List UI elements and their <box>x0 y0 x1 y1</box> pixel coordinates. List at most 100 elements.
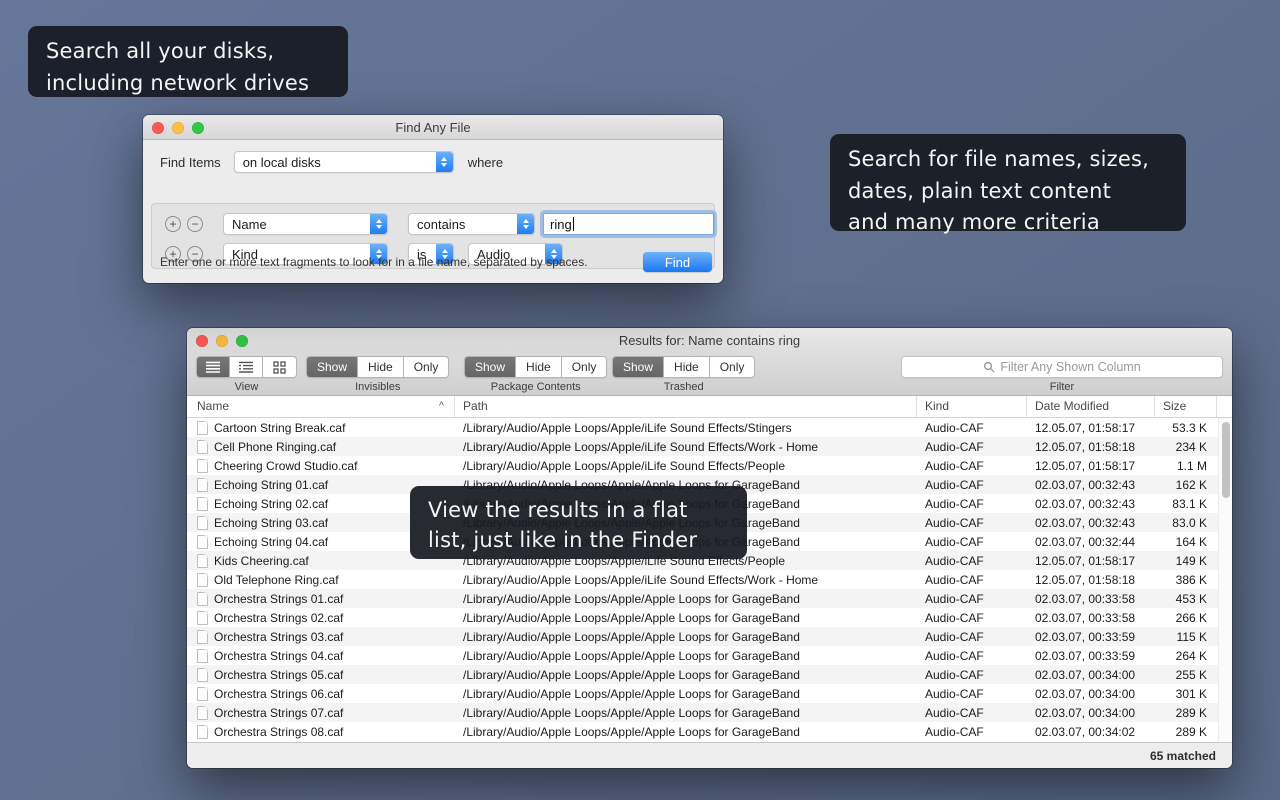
file-date-modified: 02.03.07, 00:34:00 <box>1027 706 1155 720</box>
callout-line: View the results in a flat <box>428 496 729 526</box>
sort-ascending-icon: ^ <box>439 396 444 417</box>
file-date-modified: 12.05.07, 01:58:18 <box>1027 440 1155 454</box>
view-hierarchy-button[interactable] <box>230 357 263 377</box>
segment-invisibles-only[interactable]: Only <box>404 357 449 377</box>
table-row[interactable]: Cartoon String Break.caf /Library/Audio/… <box>187 418 1232 437</box>
search-term-field[interactable]: ring <box>543 213 714 235</box>
callout-search-criteria: Search for file names, sizes, dates, pla… <box>830 134 1186 231</box>
file-name: Orchestra Strings 07.caf <box>214 706 343 720</box>
search-term-value: ring <box>550 217 572 232</box>
popup-stepper-icon <box>370 214 387 234</box>
segment-invisibles-show[interactable]: Show <box>307 357 358 377</box>
file-path: /Library/Audio/Apple Loops/Apple/Apple L… <box>455 649 917 663</box>
file-size: 264 K <box>1155 649 1217 663</box>
file-name: Orchestra Strings 08.caf <box>214 725 343 739</box>
callout-flat-list: View the results in a flat list, just li… <box>410 486 747 559</box>
segment-invisibles-hide[interactable]: Hide <box>358 357 404 377</box>
column-header-name[interactable]: Name ^ <box>187 396 455 417</box>
file-icon <box>197 630 208 644</box>
popup-stepper-icon <box>517 214 534 234</box>
table-row[interactable]: Orchestra Strings 02.caf /Library/Audio/… <box>187 608 1232 627</box>
operator-popup-value: contains <box>409 217 517 232</box>
segment-package-contents-only[interactable]: Only <box>562 357 607 377</box>
file-date-modified: 02.03.07, 00:32:43 <box>1027 516 1155 530</box>
status-bar: 65 matched <box>187 742 1232 768</box>
table-row[interactable]: Orchestra Strings 04.caf /Library/Audio/… <box>187 646 1232 665</box>
file-name: Orchestra Strings 02.caf <box>214 611 343 625</box>
group-label: Invisibles <box>306 381 449 393</box>
segment-trashed-hide[interactable]: Hide <box>664 357 710 377</box>
file-name: Cartoon String Break.caf <box>214 421 345 435</box>
find-button[interactable]: Find <box>643 252 712 272</box>
file-name: Orchestra Strings 04.caf <box>214 649 343 663</box>
file-name: Cell Phone Ringing.caf <box>214 440 336 454</box>
file-name: Echoing String 03.caf <box>214 516 328 530</box>
filter-group: Filter Any Shown Column Filter <box>901 356 1223 393</box>
file-icon <box>197 725 208 739</box>
file-size: 266 K <box>1155 611 1217 625</box>
file-size: 83.1 K <box>1155 497 1217 511</box>
column-header-date-modified[interactable]: Date Modified <box>1027 396 1155 417</box>
desktop: Search all your disks, including network… <box>0 0 1280 800</box>
remove-criterion-button[interactable]: − <box>187 216 203 232</box>
find-window-titlebar[interactable]: Find Any File <box>143 115 723 140</box>
grid-icon <box>273 361 286 374</box>
invisibles-group: ShowHideOnly Invisibles <box>306 356 449 393</box>
table-row[interactable]: Orchestra Strings 07.caf /Library/Audio/… <box>187 703 1232 722</box>
package-contents-group: ShowHideOnly Package Contents <box>464 356 607 393</box>
table-row[interactable]: Orchestra Strings 01.caf /Library/Audio/… <box>187 589 1232 608</box>
file-icon <box>197 478 208 492</box>
file-date-modified: 02.03.07, 00:33:59 <box>1027 649 1155 663</box>
view-flat-list-button[interactable] <box>197 357 230 377</box>
table-row[interactable]: Old Telephone Ring.caf /Library/Audio/Ap… <box>187 570 1232 589</box>
table-row[interactable]: Orchestra Strings 08.caf /Library/Audio/… <box>187 722 1232 741</box>
vertical-scrollbar[interactable] <box>1218 418 1232 742</box>
file-name: Cheering Crowd Studio.caf <box>214 459 357 473</box>
view-grid-button[interactable] <box>263 357 296 377</box>
segment-package-contents-hide[interactable]: Hide <box>516 357 562 377</box>
table-row[interactable]: Orchestra Strings 03.caf /Library/Audio/… <box>187 627 1232 646</box>
table-row[interactable]: Orchestra Strings 06.caf /Library/Audio/… <box>187 684 1232 703</box>
column-header-path[interactable]: Path <box>455 396 917 417</box>
file-name: Orchestra Strings 05.caf <box>214 668 343 682</box>
segment-trashed-show[interactable]: Show <box>613 357 664 377</box>
scrollbar-thumb[interactable] <box>1222 422 1230 498</box>
column-header-kind[interactable]: Kind <box>917 396 1027 417</box>
filter-input[interactable]: Filter Any Shown Column <box>901 356 1223 378</box>
file-name: Orchestra Strings 03.caf <box>214 630 343 644</box>
file-name: Kids Cheering.caf <box>214 554 309 568</box>
file-name: Echoing String 01.caf <box>214 478 328 492</box>
group-label: Package Contents <box>464 381 607 393</box>
segment-trashed-only[interactable]: Only <box>710 357 755 377</box>
callout-line: Search for file names, sizes, <box>848 144 1168 176</box>
column-header-size[interactable]: Size <box>1155 396 1217 417</box>
file-path: /Library/Audio/Apple Loops/Apple/Apple L… <box>455 668 917 682</box>
scope-popup[interactable]: on local disks <box>234 151 454 173</box>
results-window-titlebar[interactable]: Results for: Name contains ring <box>187 328 1232 352</box>
trashed-group: ShowHideOnly Trashed <box>612 356 755 393</box>
group-label: Trashed <box>612 381 755 393</box>
file-icon <box>197 687 208 701</box>
add-criterion-button[interactable]: + <box>165 216 181 232</box>
file-name: Orchestra Strings 06.caf <box>214 687 343 701</box>
segment-package-contents-show[interactable]: Show <box>465 357 516 377</box>
attribute-popup[interactable]: Name <box>223 213 388 235</box>
callout-line: and many more criteria <box>848 207 1168 239</box>
flat-list-icon <box>205 361 221 373</box>
table-row[interactable]: Orchestra Strings 05.caf /Library/Audio/… <box>187 665 1232 684</box>
view-group: View <box>196 356 297 393</box>
hierarchical-list-icon <box>238 361 254 373</box>
operator-popup[interactable]: contains <box>408 213 535 235</box>
file-size: 289 K <box>1155 706 1217 720</box>
file-size: 1.1 M <box>1155 459 1217 473</box>
column-header-spacer <box>1217 396 1232 417</box>
file-path: /Library/Audio/Apple Loops/Apple/Apple L… <box>455 592 917 606</box>
file-kind: Audio-CAF <box>917 421 1027 435</box>
file-date-modified: 02.03.07, 00:34:02 <box>1027 725 1155 739</box>
table-row[interactable]: Cell Phone Ringing.caf /Library/Audio/Ap… <box>187 437 1232 456</box>
file-icon <box>197 611 208 625</box>
file-size: 149 K <box>1155 554 1217 568</box>
file-size: 386 K <box>1155 573 1217 587</box>
file-date-modified: 02.03.07, 00:34:00 <box>1027 668 1155 682</box>
table-row[interactable]: Cheering Crowd Studio.caf /Library/Audio… <box>187 456 1232 475</box>
